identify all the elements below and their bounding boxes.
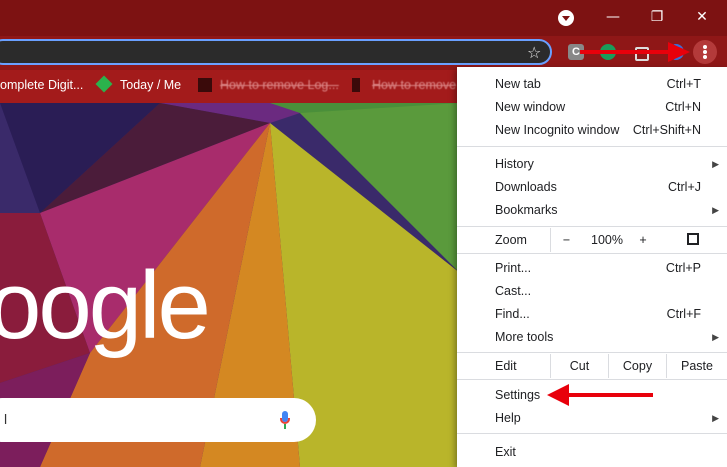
bookmark-item[interactable]: How to remove Log... <box>220 78 339 92</box>
shortcut-label: Ctrl+F <box>666 307 701 321</box>
menu-item-new-incognito-window[interactable]: New Incognito window Ctrl+Shift+N <box>457 119 727 141</box>
bookmark-item[interactable]: omplete Digit... <box>0 78 83 92</box>
menu-item-label: Settings <box>495 388 541 402</box>
menu-item-find[interactable]: Find... Ctrl+F <box>457 303 727 325</box>
menu-item-new-tab[interactable]: New tab Ctrl+T <box>457 73 727 95</box>
profile-dropdown-icon[interactable] <box>558 10 574 26</box>
cut-button[interactable]: Cut <box>550 354 608 378</box>
menu-item-print[interactable]: Print... Ctrl+P <box>457 257 727 279</box>
shortcut-label: Ctrl+N <box>665 100 701 114</box>
minimize-button[interactable]: — <box>599 6 627 28</box>
menu-item-label: Print... <box>495 261 532 275</box>
menu-item-label: History <box>495 157 534 171</box>
menu-item-bookmarks[interactable]: Bookmarks ▶ <box>457 199 727 221</box>
search-box[interactable]: l <box>0 398 316 442</box>
submenu-arrow-icon: ▶ <box>712 205 719 215</box>
annotation-arrow-to-settings <box>547 384 653 406</box>
edit-row: Edit Cut Copy Paste <box>457 354 727 378</box>
bookmark-favicon-icon <box>352 78 360 92</box>
bookmark-item[interactable]: How to remove <box>372 78 456 92</box>
zoom-level: 100% <box>591 233 623 247</box>
menu-item-label: New window <box>495 100 566 114</box>
menu-item-label: New Incognito window <box>495 123 620 137</box>
star-icon[interactable]: ☆ <box>527 43 541 62</box>
edit-label: Edit <box>495 359 517 373</box>
google-logo: oogle <box>0 252 211 359</box>
menu-separator <box>457 379 727 380</box>
zoom-label: Zoom <box>495 233 527 247</box>
shortcut-label: Ctrl+P <box>665 261 701 275</box>
menu-item-label: Help <box>495 411 521 425</box>
submenu-arrow-icon: ▶ <box>712 332 719 342</box>
zoom-out-button[interactable]: − <box>550 228 582 252</box>
menu-item-downloads[interactable]: Downloads Ctrl+J <box>457 176 727 198</box>
zoom-in-button[interactable]: + <box>632 228 654 252</box>
menu-item-help[interactable]: Help ▶ <box>457 407 727 429</box>
menu-separator <box>457 146 727 147</box>
bookmark-item[interactable]: Today / Me <box>120 78 181 92</box>
menu-separator <box>457 352 727 353</box>
menu-item-label: Find... <box>495 307 530 321</box>
menu-item-label: Downloads <box>495 180 557 194</box>
menu-item-more-tools[interactable]: More tools ▶ <box>457 326 727 348</box>
paste-button[interactable]: Paste <box>666 354 727 378</box>
fullscreen-icon[interactable] <box>687 233 699 245</box>
shortcut-label: Ctrl+T <box>666 77 701 91</box>
shortcut-label: Ctrl+J <box>668 180 701 194</box>
menu-item-exit[interactable]: Exit <box>457 441 727 463</box>
menu-item-history[interactable]: History ▶ <box>457 153 727 175</box>
menu-separator <box>457 226 727 227</box>
close-button[interactable]: ✕ <box>688 6 716 28</box>
menu-item-label: More tools <box>495 330 554 344</box>
menu-item-label: Cast... <box>495 284 532 298</box>
submenu-arrow-icon: ▶ <box>712 159 719 169</box>
menu-item-cast[interactable]: Cast... <box>457 280 727 302</box>
microphone-icon[interactable] <box>280 411 290 429</box>
annotation-arrow-to-menu <box>580 42 690 62</box>
shortcut-label: Ctrl+Shift+N <box>632 123 701 137</box>
more-vert-icon[interactable] <box>693 40 717 64</box>
bookmark-favicon-icon <box>198 78 212 92</box>
zoom-row: Zoom − 100% + <box>457 228 727 252</box>
submenu-arrow-icon: ▶ <box>712 413 719 423</box>
menu-item-label: New tab <box>495 77 541 91</box>
restore-button[interactable]: ❐ <box>643 6 671 28</box>
copy-button[interactable]: Copy <box>608 354 666 378</box>
search-input-text: l <box>4 411 8 427</box>
menu-separator <box>457 433 727 434</box>
address-bar[interactable] <box>0 39 552 65</box>
menu-item-label: Bookmarks <box>495 203 558 217</box>
menu-separator <box>457 253 727 254</box>
menu-item-label: Exit <box>495 445 516 459</box>
menu-item-new-window[interactable]: New window Ctrl+N <box>457 96 727 118</box>
